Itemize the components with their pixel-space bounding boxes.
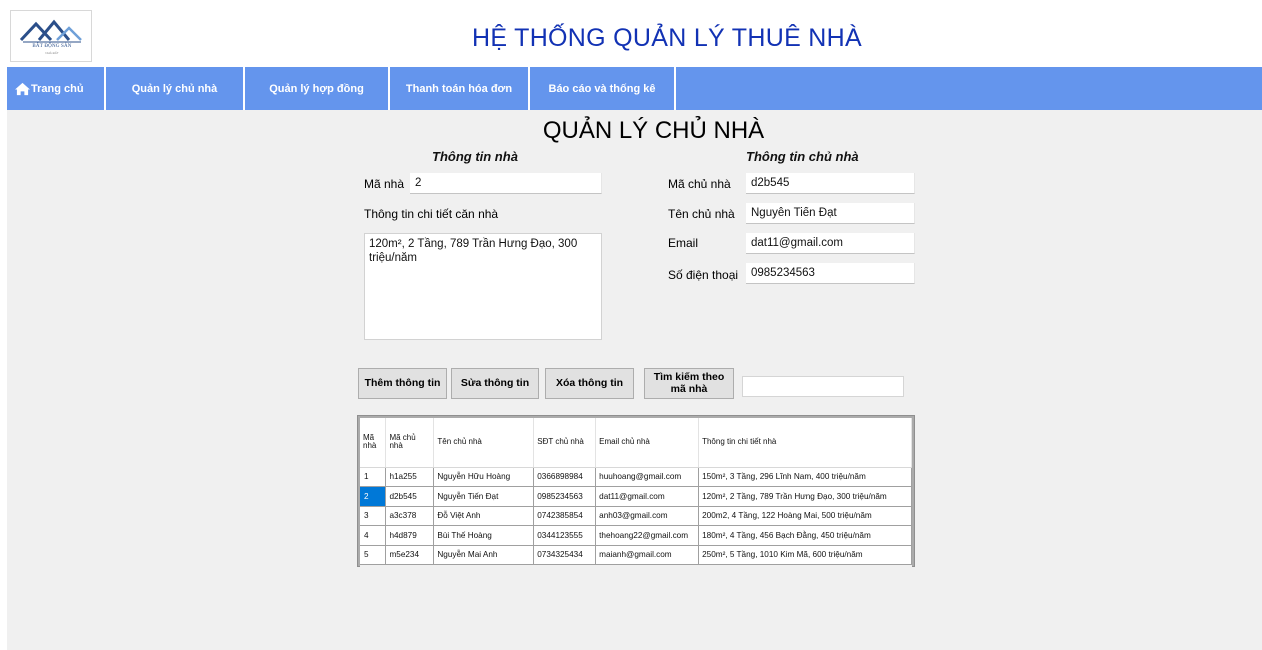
table-cell[interactable]: Bùi Thế Hoàng: [433, 525, 535, 546]
table-cell[interactable]: 150m², 3 Tầng, 296 Lĩnh Nam, 400 triệu/n…: [698, 467, 912, 487]
menu-item-label: Báo cáo và thống kê: [548, 82, 656, 95]
add-button[interactable]: Thêm thông tin: [358, 368, 447, 399]
data-table: Mã nhà Mã chủ nhà Tên chủ nhà SĐT chủ nh…: [360, 418, 912, 565]
table-cell[interactable]: huuhoang@gmail.com: [595, 467, 700, 487]
table-cell[interactable]: 0985234563: [533, 486, 597, 507]
menu-bar: Trang chủ Quản lý chủ nhà Quản lý hợp đồ…: [7, 67, 1262, 110]
table-cell[interactable]: 180m², 4 Tầng, 456 Bạch Đằng, 450 triệu/…: [698, 525, 912, 546]
app-title: HỆ THỐNG QUẢN LÝ THUÊ NHÀ: [472, 24, 862, 52]
edit-button[interactable]: Sửa thông tin: [451, 368, 539, 399]
table-cell[interactable]: Nguyễn Tiến Đạt: [433, 486, 535, 507]
menu-item-label: Quản lý chủ nhà: [131, 82, 218, 95]
table-cell[interactable]: maianh@gmail.com: [595, 545, 700, 565]
table-cell[interactable]: dat11@gmail.com: [595, 486, 700, 507]
search-button-line1: Tìm kiếm theo: [653, 370, 725, 383]
owner-name-label: Tên chủ nhà: [668, 207, 735, 221]
table-row[interactable]: 3 a3c378 Đỗ Việt Anh 0742385854 anh03@gm…: [360, 506, 912, 526]
owner-id-label: Mã chủ nhà: [668, 177, 731, 191]
house-roof-icon: [19, 19, 82, 43]
house-id-label: Mã nhà: [364, 177, 405, 191]
table-cell[interactable]: thehoang22@gmail.com: [595, 525, 700, 546]
table-cell[interactable]: h1a255: [385, 467, 435, 487]
data-grid[interactable]: Mã nhà Mã chủ nhà Tên chủ nhà SĐT chủ nh…: [357, 415, 915, 573]
table-row-selected[interactable]: 2 d2b545 Nguyễn Tiến Đạt 0985234563 dat1…: [360, 486, 912, 507]
table-cell[interactable]: h4d879: [385, 525, 435, 546]
owner-phone-input[interactable]: [746, 263, 915, 284]
search-input[interactable]: [742, 376, 904, 397]
menu-item-invoices[interactable]: Thanh toán hóa đơn: [390, 67, 528, 110]
menu-item-label: Quản lý hợp đồng: [269, 82, 364, 95]
table-cell[interactable]: 0742385854: [533, 506, 597, 526]
house-id-input[interactable]: [410, 173, 602, 194]
table-row[interactable]: 1 h1a255 Nguyễn Hữu Hoàng 0366898984 huu…: [360, 467, 912, 487]
table-cell[interactable]: 1: [360, 467, 387, 487]
table-cell[interactable]: Đỗ Việt Anh: [433, 506, 535, 526]
table-cell[interactable]: a3c378: [385, 506, 435, 526]
menu-item-label: Thanh toán hóa đơn: [405, 82, 513, 95]
owner-name-input[interactable]: [746, 203, 915, 224]
table-row[interactable]: 5 m5e234 Nguyễn Mai Anh 0734325434 maian…: [360, 545, 912, 565]
table-cell[interactable]: 3: [360, 506, 387, 526]
table-cell[interactable]: 0734325434: [533, 545, 597, 565]
owner-phone-label: Số điện thoại: [668, 268, 739, 282]
table-cell[interactable]: m5e234: [385, 545, 435, 565]
logo: BẤT ĐỘNG SẢN NHÀ ĐẤT: [10, 10, 92, 62]
menu-item-landlord[interactable]: Quản lý chủ nhà: [106, 67, 243, 110]
column-header-owner-id[interactable]: Mã chủ nhà: [385, 418, 435, 468]
app-window: BẤT ĐỘNG SẢN NHÀ ĐẤT HỆ THỐNG QUẢN LÝ TH…: [7, 6, 1262, 650]
table-header-row: Mã nhà Mã chủ nhà Tên chủ nhà SĐT chủ nh…: [360, 418, 912, 468]
table-cell[interactable]: 0366898984: [533, 467, 597, 487]
owner-email-label: Email: [668, 236, 699, 250]
column-header-owner-email[interactable]: Email chủ nhà: [595, 418, 700, 468]
column-header-house-id[interactable]: Mã nhà: [360, 418, 387, 468]
table-cell[interactable]: d2b545: [385, 486, 435, 507]
column-header-house-detail[interactable]: Thông tin chi tiết nhà: [698, 418, 912, 468]
column-header-owner-name[interactable]: Tên chủ nhà: [433, 418, 535, 468]
menu-item-reports[interactable]: Báo cáo và thống kê: [530, 67, 674, 110]
table-cell[interactable]: 5: [360, 545, 387, 565]
page-title: QUẢN LÝ CHỦ NHÀ: [542, 117, 765, 144]
table-row[interactable]: 4 h4d879 Bùi Thế Hoàng 0344123555 thehoa…: [360, 525, 912, 546]
home-icon: [15, 82, 30, 95]
column-header-owner-phone[interactable]: SĐT chủ nhà: [533, 418, 597, 468]
table-cell[interactable]: 0344123555: [533, 525, 597, 546]
table-cell[interactable]: 120m², 2 Tầng, 789 Trần Hưng Đạo, 300 tr…: [698, 486, 912, 507]
search-button-line2: mã nhà: [670, 382, 708, 395]
logo-subtext: NHÀ ĐẤT: [45, 51, 59, 55]
menu-item-contracts[interactable]: Quản lý hợp đồng: [245, 67, 388, 110]
menu-separator: [674, 67, 676, 110]
house-detail-textarea[interactable]: 120m², 2 Tầng, 789 Trần Hưng Đạo, 300 tr…: [364, 233, 602, 340]
table-cell[interactable]: Nguyễn Hữu Hoàng: [433, 467, 535, 487]
delete-button[interactable]: Xóa thông tin: [545, 368, 634, 399]
table-cell[interactable]: 4: [360, 525, 387, 546]
menu-item-label: Trang chủ: [31, 82, 84, 95]
logo-text: BẤT ĐỘNG SẢN: [32, 44, 72, 49]
owner-email-input[interactable]: [746, 233, 915, 254]
grid-body: Mã nhà Mã chủ nhà Tên chủ nhà SĐT chủ nh…: [360, 418, 912, 573]
table-cell[interactable]: 250m², 5 Tầng, 1010 Kim Mã, 600 triệu/nă…: [698, 545, 912, 565]
owner-info-title: Thông tin chủ nhà: [746, 149, 859, 164]
house-detail-label: Thông tin chi tiết căn nhà: [364, 207, 499, 221]
table-cell[interactable]: anh03@gmail.com: [595, 506, 700, 526]
table-body: 1 h1a255 Nguyễn Hữu Hoàng 0366898984 huu…: [360, 467, 912, 565]
house-info-title: Thông tin nhà: [432, 149, 518, 164]
owner-id-input[interactable]: [746, 173, 915, 194]
header: BẤT ĐỘNG SẢN NHÀ ĐẤT HỆ THỐNG QUẢN LÝ TH…: [7, 6, 1262, 67]
table-cell[interactable]: 2: [360, 486, 387, 507]
search-by-house-button[interactable]: Tìm kiếm theo mã nhà: [644, 368, 734, 399]
table-cell[interactable]: Nguyễn Mai Anh: [433, 545, 535, 565]
menu-item-home[interactable]: Trang chủ: [7, 67, 104, 110]
table-cell[interactable]: 200m2, 4 Tầng, 122 Hoàng Mai, 500 triệu/…: [698, 506, 912, 526]
grid-empty-area: [360, 565, 912, 573]
